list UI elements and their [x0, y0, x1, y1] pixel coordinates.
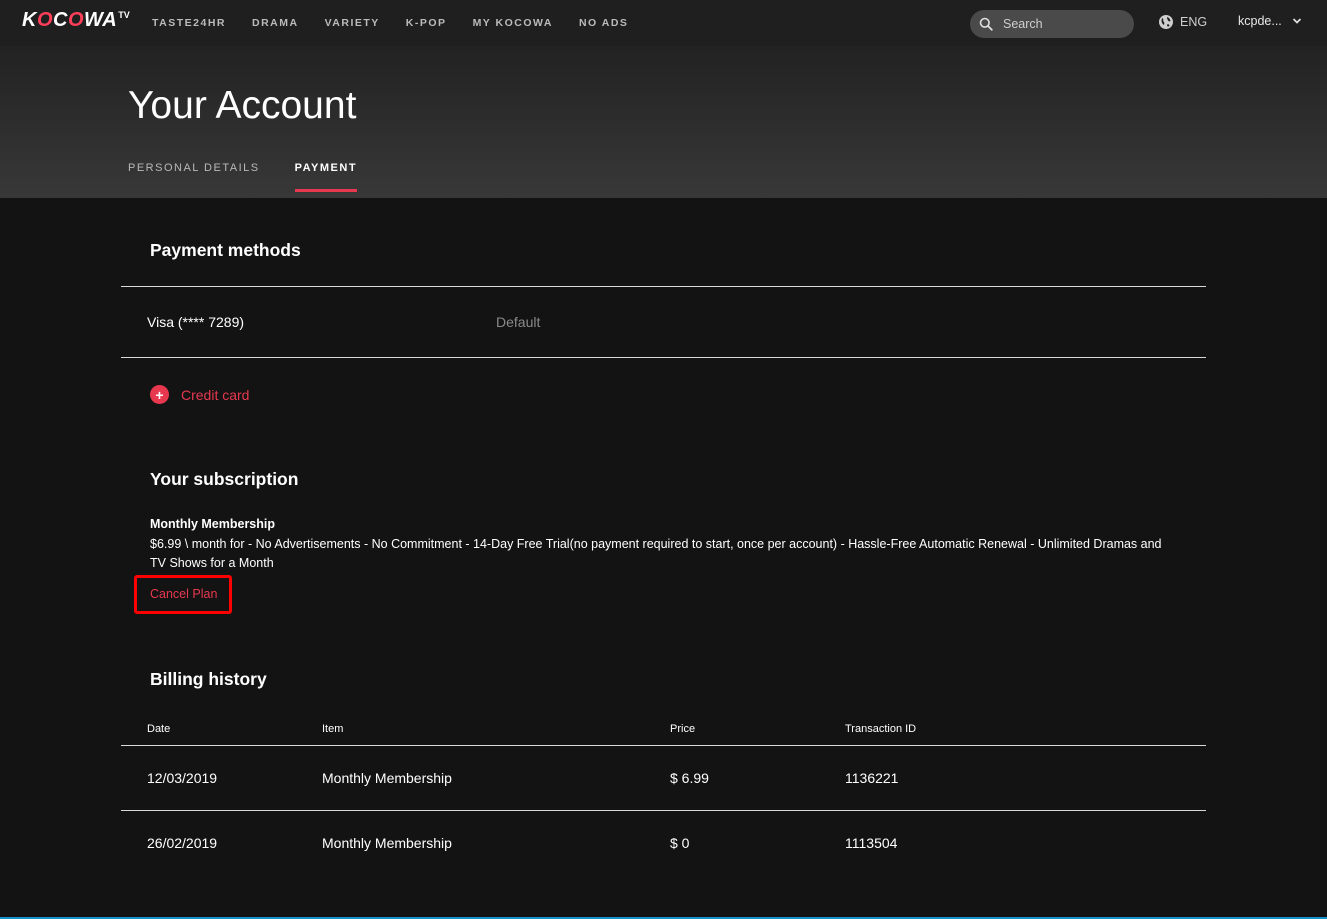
divider: [121, 286, 1206, 287]
search-box[interactable]: [970, 10, 1134, 38]
account-header: Your Account PERSONAL DETAILS PAYMENT: [0, 46, 1327, 198]
nav-variety[interactable]: VARIETY: [325, 17, 380, 29]
payment-card-label: Visa (**** 7289): [147, 314, 245, 330]
tab-payment[interactable]: PAYMENT: [294, 162, 358, 192]
row-date: 12/03/2019: [147, 770, 218, 786]
row-item: Monthly Membership: [322, 770, 452, 786]
payment-card-default-badge: Default: [496, 314, 541, 330]
search-input[interactable]: [1001, 16, 1125, 32]
add-credit-card-button[interactable]: + Credit card: [150, 385, 249, 404]
nav-no-ads[interactable]: NO ADS: [579, 17, 628, 29]
globe-icon: [1159, 15, 1173, 29]
column-header-date: Date: [147, 723, 171, 735]
divider: [121, 745, 1206, 746]
user-menu[interactable]: kcpde...: [1238, 14, 1302, 28]
row-transaction-id: 1136221: [845, 770, 899, 786]
payment-methods-title: Payment methods: [150, 240, 301, 260]
tab-personal-details[interactable]: PERSONAL DETAILS: [128, 162, 260, 192]
nav-taste24hr[interactable]: TASTE24HR: [152, 17, 226, 29]
subscription-plan-name: Monthly Membership: [150, 517, 276, 531]
row-price: $ 6.99: [670, 770, 709, 786]
language-label: ENG: [1180, 15, 1208, 29]
subscription-title: Your subscription: [150, 469, 299, 489]
chevron-down-icon: [1292, 18, 1301, 24]
nav-my-kocowa[interactable]: MY KOCOWA: [473, 17, 553, 29]
nav-kpop[interactable]: K-POP: [406, 17, 447, 29]
divider: [121, 357, 1206, 358]
add-credit-card-label: Credit card: [181, 386, 250, 403]
nav-drama[interactable]: DRAMA: [252, 17, 299, 29]
row-price: $ 0: [670, 835, 690, 851]
language-selector[interactable]: ENG: [1158, 14, 1207, 30]
search-icon: [979, 17, 993, 31]
main-nav: TASTE24HR DRAMA VARIETY K-POP MY KOCOWA …: [152, 0, 654, 46]
cancel-plan-button[interactable]: Cancel Plan: [150, 587, 217, 601]
username-label: kcpde...: [1238, 14, 1282, 28]
divider: [121, 810, 1206, 811]
plus-circle-icon: +: [150, 385, 169, 404]
column-header-price: Price: [670, 723, 696, 735]
row-transaction-id: 1113504: [845, 835, 898, 851]
billing-history-title: Billing history: [150, 669, 267, 689]
kocowa-logo[interactable]: KOCOWA TV: [22, 9, 130, 35]
logo-wordmark: KOCOWA: [22, 9, 118, 31]
row-item: Monthly Membership: [322, 835, 452, 851]
account-tabs: PERSONAL DETAILS PAYMENT: [128, 162, 392, 192]
logo-tv: TV: [118, 10, 130, 20]
column-header-transaction-id: Transaction ID: [845, 723, 917, 735]
page-title: Your Account: [128, 84, 357, 127]
row-date: 26/02/2019: [147, 835, 218, 851]
top-navigation-bar: KOCOWA TV TASTE24HR DRAMA VARIETY K-POP …: [0, 0, 1327, 46]
column-header-item: Item: [322, 723, 344, 735]
subscription-description: $6.99 \ month for - No Advertisements - …: [150, 537, 1162, 570]
